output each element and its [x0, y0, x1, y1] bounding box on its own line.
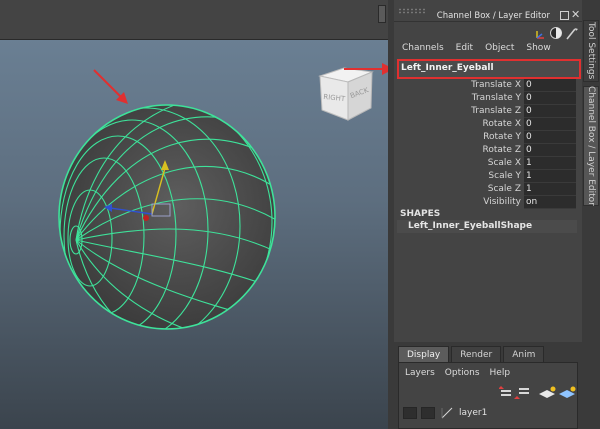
- move-layer-up-icon[interactable]: [499, 386, 511, 396]
- attr-row-rotate-x[interactable]: Rotate X 0: [397, 118, 581, 131]
- axis-icon[interactable]: [536, 31, 544, 39]
- attr-row-scale-z[interactable]: Scale Z 1: [397, 183, 581, 196]
- shapes-section-header: SHAPES: [400, 209, 441, 219]
- menu-show[interactable]: Show: [526, 43, 550, 57]
- attr-value-field[interactable]: 1: [524, 157, 576, 170]
- new-layer-from-selection-icon[interactable]: [559, 386, 576, 399]
- attr-label[interactable]: Translate X: [397, 79, 524, 92]
- tab-render[interactable]: Render: [451, 346, 502, 362]
- viewport-3d[interactable]: RIGHT BACK: [0, 0, 388, 429]
- attr-label[interactable]: Rotate Z: [397, 144, 524, 157]
- layer-editor: Display Render Anim Layers Options Help: [394, 342, 582, 429]
- attr-value-field[interactable]: on: [524, 196, 576, 209]
- channel-box-panel: Channel Box / Layer Editor ✕ Channels Ed…: [394, 0, 582, 340]
- object-name[interactable]: Left_Inner_Eyeball: [397, 59, 581, 79]
- attr-row-rotate-z[interactable]: Rotate Z 0: [397, 144, 581, 157]
- attr-row-scale-y[interactable]: Scale Y 1: [397, 170, 581, 183]
- attr-value-field[interactable]: 1: [524, 183, 576, 196]
- attribute-list: Translate X 0 Translate Y 0 Translate Z …: [397, 79, 581, 209]
- shape-node-name[interactable]: Left_Inner_EyeballShape: [397, 220, 577, 233]
- attr-value-field[interactable]: 0: [524, 131, 576, 144]
- attr-value-field[interactable]: 0: [524, 79, 576, 92]
- menu-help[interactable]: Help: [490, 368, 511, 378]
- panel-title: Channel Box / Layer Editor: [436, 11, 550, 21]
- tab-tool-settings-label: Tool Settings: [586, 22, 596, 80]
- layer-toolbar: [499, 386, 576, 399]
- channel-box-body: Left_Inner_Eyeball Translate X 0 Transla…: [394, 58, 582, 340]
- layer-visibility-toggle[interactable]: [403, 407, 417, 419]
- tab-channel-box-layer-editor[interactable]: Channel Box / Layer Editor: [583, 86, 599, 206]
- side-tab-strip: Tool Settings Channel Box / Layer Editor: [582, 0, 600, 429]
- menu-options[interactable]: Options: [445, 368, 480, 378]
- channel-box-tools: [536, 27, 578, 40]
- attr-value-field[interactable]: 0: [524, 105, 576, 118]
- menu-edit[interactable]: Edit: [456, 43, 473, 57]
- annotation-arrow-eyeball: [93, 69, 128, 104]
- attr-row-translate-y[interactable]: Translate Y 0: [397, 92, 581, 105]
- attr-label[interactable]: Scale X: [397, 157, 524, 170]
- tab-anim[interactable]: Anim: [503, 346, 545, 362]
- tab-tool-settings[interactable]: Tool Settings: [583, 20, 599, 82]
- tab-display[interactable]: Display: [398, 346, 450, 362]
- menu-channels[interactable]: Channels: [402, 43, 444, 57]
- attr-value-field[interactable]: 0: [524, 92, 576, 105]
- viewport-panel-edge[interactable]: [378, 5, 386, 23]
- layer-name[interactable]: layer1: [459, 407, 487, 419]
- attr-row-rotate-y[interactable]: Rotate Y 0: [397, 131, 581, 144]
- attr-row-translate-z[interactable]: Translate Z 0: [397, 105, 581, 118]
- attr-label[interactable]: Scale Z: [397, 183, 524, 196]
- channel-box-menubar: Channels Edit Object Show: [394, 43, 582, 57]
- layer-menubar: Layers Options Help: [405, 368, 510, 378]
- layer-template-toggle[interactable]: [421, 407, 435, 419]
- layer-editor-content: Layers Options Help layer1: [398, 362, 578, 429]
- attr-label[interactable]: Translate Z: [397, 105, 524, 118]
- layer-color-swatch[interactable]: [441, 407, 455, 419]
- eyeball-mesh[interactable]: [52, 100, 282, 330]
- float-window-icon[interactable]: [560, 11, 569, 20]
- attr-row-translate-x[interactable]: Translate X 0: [397, 79, 581, 92]
- menu-layers[interactable]: Layers: [405, 368, 435, 378]
- half-circle-icon[interactable]: [550, 27, 562, 39]
- attr-value-field[interactable]: 1: [524, 170, 576, 183]
- attr-value-field[interactable]: 0: [524, 144, 576, 157]
- layer-editor-tabs: Display Render Anim: [398, 346, 545, 362]
- pen-icon[interactable]: [566, 28, 578, 40]
- attr-label[interactable]: Rotate X: [397, 118, 524, 131]
- panel-header: Channel Box / Layer Editor ✕: [394, 0, 582, 22]
- attr-row-scale-x[interactable]: Scale X 1: [397, 157, 581, 170]
- tab-channel-box-label: Channel Box / Layer Editor: [586, 86, 596, 206]
- layer-row[interactable]: layer1: [403, 406, 573, 420]
- attr-value-field[interactable]: 0: [524, 118, 576, 131]
- move-layer-down-icon[interactable]: [514, 388, 529, 399]
- attr-label[interactable]: Translate Y: [397, 92, 524, 105]
- close-icon[interactable]: ✕: [571, 9, 580, 20]
- attr-label[interactable]: Rotate Y: [397, 131, 524, 144]
- attr-label[interactable]: Scale Y: [397, 170, 524, 183]
- viewport-toolbar: [0, 0, 388, 40]
- menu-object[interactable]: Object: [485, 43, 514, 57]
- new-layer-icon[interactable]: [539, 386, 556, 399]
